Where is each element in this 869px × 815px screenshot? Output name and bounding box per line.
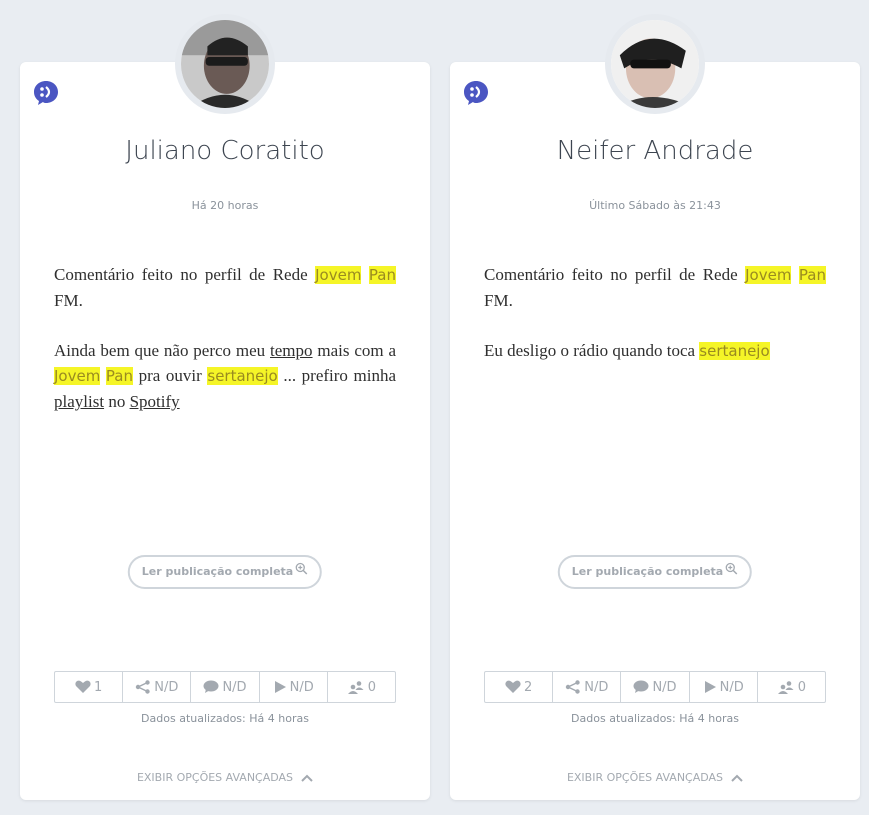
post-body: Comentário feito no perfil de Rede Jovem… — [484, 262, 826, 389]
avatar[interactable] — [605, 14, 705, 114]
keyword-highlight: Pan — [368, 266, 396, 284]
comment-icon — [633, 680, 649, 694]
share-icon — [135, 680, 151, 694]
keyword-highlight: Pan — [798, 266, 826, 284]
chevron-up-icon — [731, 772, 743, 785]
chat-bubble-icon — [463, 80, 489, 106]
views-stat[interactable]: N/D — [260, 672, 328, 702]
keyword-highlight: sertanejo — [207, 367, 278, 385]
keyword-highlight: Pan — [105, 367, 133, 385]
comments-stat[interactable]: N/D — [621, 672, 690, 702]
keyword-highlight: sertanejo — [699, 342, 770, 360]
share-icon — [565, 680, 581, 694]
avatar[interactable] — [175, 14, 275, 114]
read-full-post-button[interactable]: Ler publicação completa — [557, 555, 753, 589]
show-advanced-options[interactable]: EXIBIR OPÇÕES AVANÇADAS — [450, 771, 860, 785]
comments-stat[interactable]: N/D — [191, 672, 260, 702]
comment-icon — [203, 680, 219, 694]
keyword-highlight: Jovem — [54, 367, 101, 385]
avatar-photo — [611, 20, 699, 108]
shares-stat[interactable]: N/D — [553, 672, 622, 702]
users-icon — [777, 680, 795, 694]
reach-stat[interactable]: 0 — [328, 672, 395, 702]
post-time: Há 20 horas — [191, 199, 259, 212]
chevron-up-icon — [301, 772, 313, 785]
post-intro: Comentário feito no perfil de Rede Jovem… — [484, 265, 826, 310]
play-icon — [273, 680, 287, 694]
play-icon — [703, 680, 717, 694]
stats-bar: 2 N/D N/D N/D 0 — [484, 671, 826, 703]
post-body: Comentário feito no perfil de Rede Jovem… — [54, 262, 396, 439]
heart-icon — [75, 680, 91, 694]
author-name[interactable]: Neifer Andrade — [450, 136, 860, 166]
read-full-post-button[interactable]: Ler publicação completa — [127, 555, 323, 589]
heart-icon — [505, 680, 521, 694]
author-name[interactable]: Juliano Coratito — [20, 136, 430, 166]
post-time: Último Sábado às 21:43 — [589, 199, 721, 212]
mention-card: Juliano Coratito Há 20 horas Comentário … — [20, 14, 430, 800]
underlined-term: tempo — [270, 341, 313, 360]
reach-stat[interactable]: 0 — [758, 672, 825, 702]
post-content: Ainda bem que não perco meu tempo mais c… — [54, 341, 397, 411]
zoom-in-icon — [295, 557, 308, 587]
likes-stat[interactable]: 2 — [485, 672, 554, 702]
mention-card: Neifer Andrade Último Sábado às 21:43 Co… — [450, 14, 860, 800]
show-advanced-options[interactable]: EXIBIR OPÇÕES AVANÇADAS — [20, 771, 430, 785]
underlined-term: playlist — [54, 392, 105, 411]
stats-bar: 1 N/D N/D N/D 0 — [54, 671, 396, 703]
data-updated-label: Dados atualizados: Há 4 horas — [571, 712, 739, 725]
users-icon — [347, 680, 365, 694]
keyword-highlight: Jovem — [745, 266, 792, 284]
keyword-highlight: Jovem — [315, 266, 362, 284]
post-content: Eu desligo o rádio quando toca sertanejo — [484, 341, 770, 360]
post-intro: Comentário feito no perfil de Rede Jovem… — [54, 265, 396, 310]
shares-stat[interactable]: N/D — [123, 672, 192, 702]
chat-bubble-icon — [33, 80, 59, 106]
underlined-term: Spotify — [129, 392, 180, 411]
views-stat[interactable]: N/D — [690, 672, 758, 702]
data-updated-label: Dados atualizados: Há 4 horas — [141, 712, 309, 725]
zoom-in-icon — [725, 557, 738, 587]
avatar-photo — [181, 20, 269, 108]
likes-stat[interactable]: 1 — [55, 672, 124, 702]
